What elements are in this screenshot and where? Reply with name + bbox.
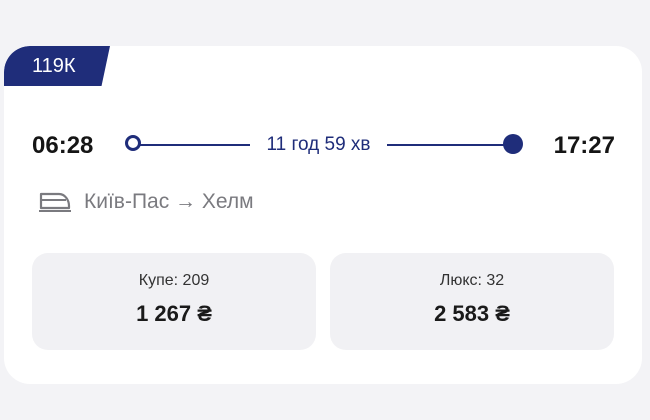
class-price: 1 267 ₴ [136, 301, 212, 326]
route-info: Київ-Пас → Хелм [38, 189, 254, 215]
route-line-right [387, 144, 509, 146]
train-number-badge: 119К [4, 46, 110, 86]
class-price: 2 583 ₴ [434, 301, 510, 326]
route-text: Київ-Пас → Хелм [84, 190, 254, 213]
departure-point-icon [125, 135, 141, 151]
train-card[interactable]: 119К 06:28 11 год 59 хв 17:27 Київ-Пас →… [4, 46, 642, 384]
trip-duration: 11 год 59 хв [266, 134, 371, 155]
train-icon [39, 192, 71, 212]
class-label: Люкс: 32 [439, 272, 505, 289]
class-option-kupe[interactable]: Купе: 209 1 267 ₴ [32, 253, 316, 350]
class-option-lux[interactable]: Люкс: 32 2 583 ₴ [330, 253, 614, 350]
route-line-left [138, 144, 250, 146]
departure-time: 06:28 [32, 132, 94, 159]
arrival-point-icon [503, 134, 523, 154]
class-label: Купе: 209 [138, 272, 210, 289]
arrival-time: 17:27 [553, 132, 615, 159]
